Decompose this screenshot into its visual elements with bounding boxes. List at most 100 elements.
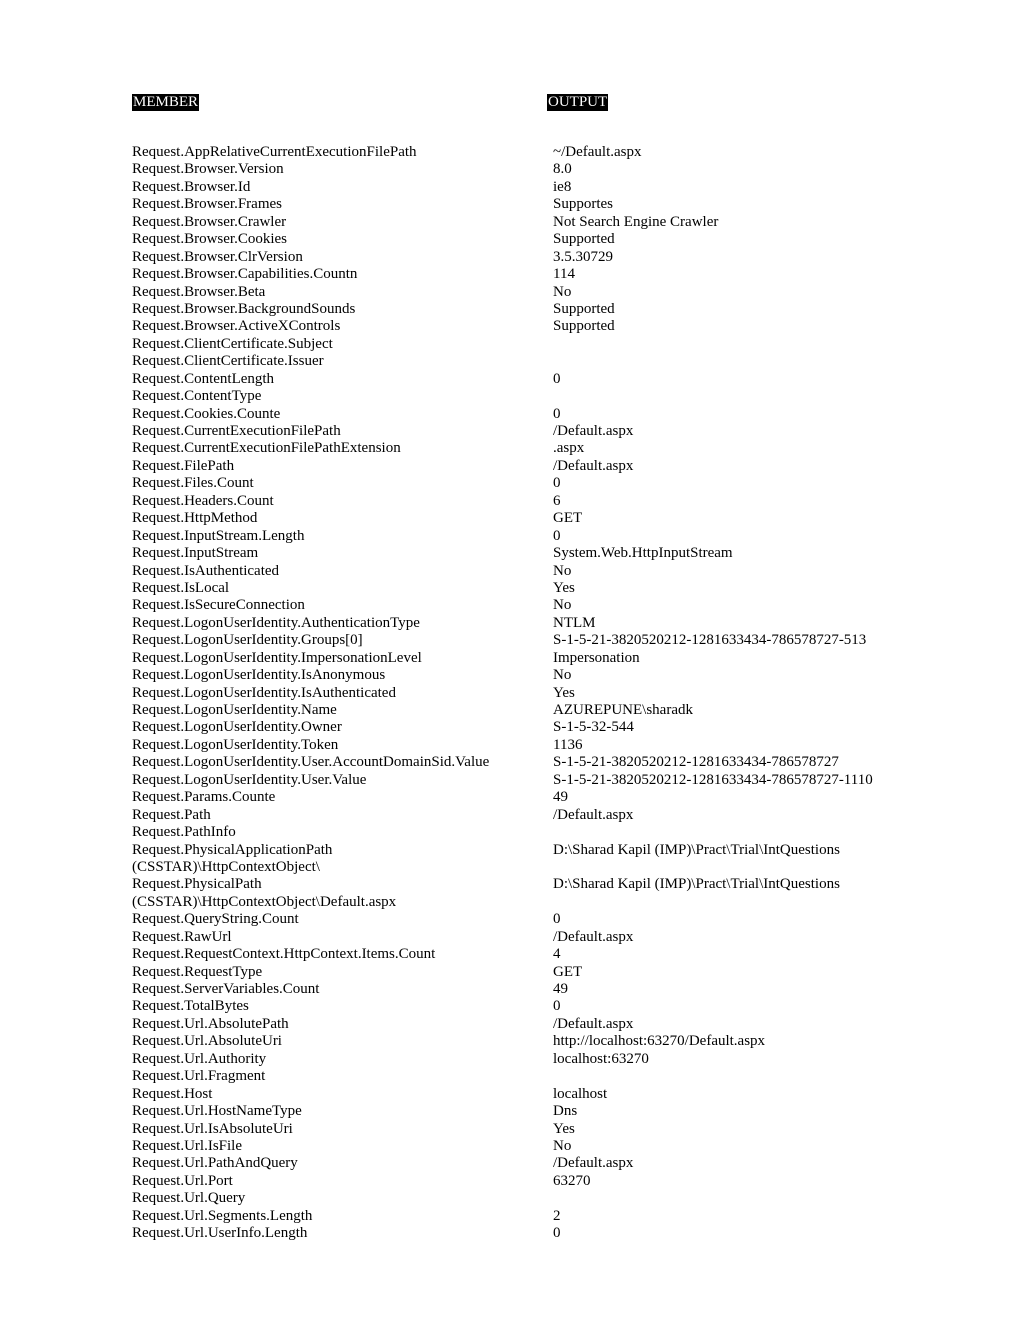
member-name: Request.Url.Authority [132, 1050, 267, 1067]
member-name: Request.Browser.Crawler [132, 213, 287, 230]
member-name: Request.IsAuthenticated [132, 562, 280, 579]
member-output-value: ~/Default.aspx [553, 144, 642, 160]
table-row: Request.Browser.Beta No [132, 284, 922, 301]
table-row: Request.Browser.ClrVersion 3.5.30729 [132, 249, 922, 266]
member-name: (CSSTAR)\HttpContextObject\ [132, 858, 320, 875]
member-output-value: 3.5.30729 [553, 248, 613, 265]
table-row: Request.Cookies.Counte 0 [132, 406, 922, 423]
member-name: Request.Url.AbsoluteUri [132, 1033, 282, 1050]
table-row: Request.ContentType [132, 388, 922, 405]
member-output-value: NTLM [553, 614, 596, 631]
member-name: Request.ContentType [132, 388, 262, 405]
document-page: MEMBER OUTPUT Request.AppRelativeCurrent… [0, 0, 1020, 1320]
member-output-value: 0 [553, 998, 561, 1015]
member-output-value: Dns [553, 1103, 578, 1120]
member-name: Request.Browser.Version [132, 161, 284, 178]
member-output-value: S-1-5-32-544 [553, 719, 634, 736]
member-name: Request.Browser.Beta [132, 283, 266, 300]
member-name: Request.LogonUserIdentity.Name [132, 702, 337, 718]
member-name: Request.Browser.Id [132, 178, 251, 195]
table-row: Request.Url.IsFile No [132, 1138, 922, 1155]
table-row: Request.RawUrl/Default.aspx [132, 929, 922, 946]
table-row-continuation: (CSSTAR)\HttpContextObject\ [132, 859, 922, 876]
table-row: Request.LogonUserIdentity.Token 1136 [132, 737, 922, 754]
table-row: Request.Url.PathAndQuery/Default.aspx [132, 1155, 922, 1172]
member-name: Request.LogonUserIdentity.ImpersonationL… [132, 649, 422, 666]
member-output-value: Supported [553, 300, 615, 317]
member-name: Request.LogonUserIdentity.IsAuthenticate… [132, 684, 396, 701]
member-name: Request.Url.IsFile [132, 1137, 242, 1154]
member-name: Request.ClientCertificate.Issuer [132, 353, 324, 370]
member-name: Request.TotalBytes [132, 998, 249, 1015]
member-name: Request.RequestType [132, 963, 263, 980]
member-output-value: http://localhost:63270/Default.aspx [553, 1033, 766, 1050]
table-row: Request.ServerVariables.Count 49 [132, 981, 922, 998]
member-output-value: 0 [553, 911, 561, 928]
member-name: Request.Browser.Cookies [132, 231, 287, 248]
table-row: Request.PathInfo [132, 824, 922, 841]
member-output-value: /Default.aspx [553, 928, 634, 945]
table-row: Request.InputStream System.Web.HttpInputS… [132, 545, 922, 562]
member-output-value: 0 [553, 527, 561, 544]
member-output-value: GET [553, 963, 583, 980]
member-output-value: 1136 [553, 736, 583, 753]
member-name: Request.Url.Query [132, 1190, 246, 1207]
member-name: Request.LogonUserIdentity.Token [132, 736, 339, 753]
member-name: Request.Browser.Capabilities.Countn [132, 266, 358, 283]
table-row: Request.ClientCertificate.Subject [132, 336, 922, 353]
member-output-value: No [553, 283, 572, 300]
table-row: Request.Host localhost [132, 1086, 922, 1103]
table-row: Request.LogonUserIdentity.IsAuthenticate… [132, 685, 922, 702]
member-name: Request.ServerVariables.Count [132, 981, 320, 997]
table-row: Request.Browser.Cookies Supported [132, 231, 922, 248]
table-row: Request.Files.Count 0 [132, 475, 922, 492]
member-name: Request.Browser.ClrVersion [132, 248, 303, 265]
member-output-value: 0 [553, 1225, 561, 1242]
member-name: Request.LogonUserIdentity.Authentication… [132, 614, 420, 631]
member-name: Request.Url.PathAndQuery [132, 1155, 298, 1172]
table-row: Request.FilePath/Default.aspx [132, 458, 922, 475]
table-row: Request.Browser.Version 8.0 [132, 161, 922, 178]
table-row: Request.LogonUserIdentity.Name AZUREPUNE\… [132, 702, 922, 719]
member-name: Request.PhysicalPath [132, 876, 262, 893]
member-name: Request.Browser.ActiveXControls [132, 318, 341, 335]
member-name: Request.PhysicalApplicationPath [132, 841, 333, 858]
member-output-value: Supported [553, 231, 615, 248]
member-output-value: S-1-5-21-3820520212-1281633434-786578727… [553, 632, 867, 649]
table-header-row: MEMBER OUTPUT [132, 94, 922, 111]
table-row: Request.Path/Default.aspx [132, 807, 922, 824]
table-row: Request.LogonUserIdentity.Groups[0] S-1-5… [132, 632, 922, 649]
member-output-value: 49 [553, 981, 568, 997]
table-row: Request.InputStream.Length 0 [132, 528, 922, 545]
member-output-value: 0 [553, 475, 561, 492]
member-name: Request.FilePath [132, 457, 235, 474]
member-output-value: Supported [553, 318, 615, 335]
member-name: Request.Url.Segments.Length [132, 1207, 313, 1224]
table-row: Request.Browser.ActiveXControls Supported [132, 318, 922, 335]
member-output-value: /Default.aspx [553, 806, 634, 823]
member-output-value: 0 [553, 405, 561, 422]
member-output-value: Impersonation [553, 649, 640, 666]
table-row: Request.LogonUserIdentity.Authentication… [132, 615, 922, 632]
member-name: Request.ClientCertificate.Subject [132, 335, 333, 352]
table-row: Request.Url.HostNameType Dns [132, 1103, 922, 1120]
member-output-value: ie8 [553, 178, 572, 195]
table-row: Request.LogonUserIdentity.IsAnonymous No [132, 667, 922, 684]
member-output-value: S-1-5-21-3820520212-1281633434-786578727… [553, 771, 873, 788]
table-row: Request.RequestContext.HttpContext.Items… [132, 946, 922, 963]
member-name: Request.Url.Port [132, 1172, 233, 1189]
table-row: Request.Url.Port 63270 [132, 1173, 922, 1190]
table-row-continuation: (CSSTAR)\HttpContextObject\Default.aspx [132, 894, 922, 911]
member-name: Request.Params.Counte [132, 789, 276, 806]
column-header-member: MEMBER [132, 94, 200, 111]
member-name: Request.LogonUserIdentity.User.AccountDo… [132, 754, 490, 771]
member-name: Request.Host [132, 1085, 213, 1102]
member-name: Request.LogonUserIdentity.Owner [132, 719, 342, 736]
table-row: Request.Params.Counte 49 [132, 789, 922, 806]
member-name: Request.ContentLength [132, 370, 275, 387]
member-name: Request.Path [132, 806, 211, 823]
column-header-output: OUTPUT [547, 94, 609, 111]
member-name: Request.HttpMethod [132, 510, 258, 527]
table-row: Request.IsLocal Yes [132, 580, 922, 597]
member-name: Request.Browser.BackgroundSounds [132, 300, 356, 317]
